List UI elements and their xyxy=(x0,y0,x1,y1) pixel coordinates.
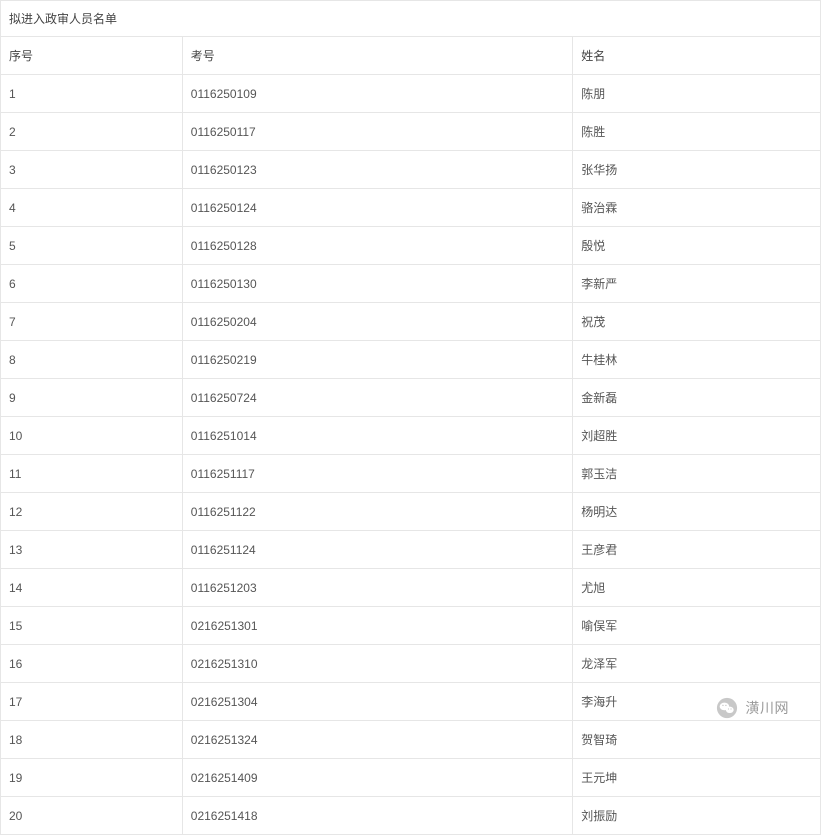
cell-examno: 0216251301 xyxy=(182,607,573,645)
table-title: 拟进入政审人员名单 xyxy=(1,1,821,37)
cell-seq: 11 xyxy=(1,455,183,493)
table-header-row: 序号 考号 姓名 xyxy=(1,37,821,75)
table-title-row: 拟进入政审人员名单 xyxy=(1,1,821,37)
table-row: 10116250109陈朋 xyxy=(1,75,821,113)
cell-examno: 0116250128 xyxy=(182,227,573,265)
table-row: 190216251409王元坤 xyxy=(1,759,821,797)
cell-examno: 0216251324 xyxy=(182,721,573,759)
cell-examno: 0116250219 xyxy=(182,341,573,379)
cell-name: 杨明达 xyxy=(573,493,821,531)
table-row: 40116250124骆治霖 xyxy=(1,189,821,227)
cell-name: 尤旭 xyxy=(573,569,821,607)
cell-seq: 14 xyxy=(1,569,183,607)
cell-name: 刘振励 xyxy=(573,797,821,835)
watermark: 潢川网 xyxy=(716,697,790,719)
cell-name: 陈朋 xyxy=(573,75,821,113)
cell-name: 张华扬 xyxy=(573,151,821,189)
table-row: 160216251310龙泽军 xyxy=(1,645,821,683)
cell-seq: 18 xyxy=(1,721,183,759)
table-row: 100116251014刘超胜 xyxy=(1,417,821,455)
table-row: 30116250123张华扬 xyxy=(1,151,821,189)
cell-name: 李新严 xyxy=(573,265,821,303)
table-row: 180216251324贺智琦 xyxy=(1,721,821,759)
cell-seq: 1 xyxy=(1,75,183,113)
table-row: 170216251304李海升 xyxy=(1,683,821,721)
cell-seq: 4 xyxy=(1,189,183,227)
wechat-icon xyxy=(716,697,738,719)
cell-examno: 0116250123 xyxy=(182,151,573,189)
cell-name: 金新磊 xyxy=(573,379,821,417)
cell-seq: 5 xyxy=(1,227,183,265)
table-row: 90116250724金新磊 xyxy=(1,379,821,417)
cell-name: 王元坤 xyxy=(573,759,821,797)
cell-examno: 0116250109 xyxy=(182,75,573,113)
table-row: 140116251203尤旭 xyxy=(1,569,821,607)
cell-seq: 12 xyxy=(1,493,183,531)
cell-name: 骆治霖 xyxy=(573,189,821,227)
table-container: 拟进入政审人员名单 序号 考号 姓名 10116250109陈朋20116250… xyxy=(0,0,821,835)
table-row: 110116251117郭玉洁 xyxy=(1,455,821,493)
cell-seq: 20 xyxy=(1,797,183,835)
cell-examno: 0116250124 xyxy=(182,189,573,227)
table-row: 130116251124王彦君 xyxy=(1,531,821,569)
cell-examno: 0116250724 xyxy=(182,379,573,417)
cell-name: 牛桂林 xyxy=(573,341,821,379)
header-examno: 考号 xyxy=(182,37,573,75)
cell-examno: 0216251310 xyxy=(182,645,573,683)
cell-seq: 19 xyxy=(1,759,183,797)
table-row: 20116250117陈胜 xyxy=(1,113,821,151)
cell-seq: 8 xyxy=(1,341,183,379)
cell-examno: 0216251418 xyxy=(182,797,573,835)
cell-examno: 0116251014 xyxy=(182,417,573,455)
cell-name: 刘超胜 xyxy=(573,417,821,455)
cell-name: 郭玉洁 xyxy=(573,455,821,493)
watermark-text: 潢川网 xyxy=(746,698,790,718)
table-row: 150216251301喻俣军 xyxy=(1,607,821,645)
table-row: 200216251418刘振励 xyxy=(1,797,821,835)
cell-name: 王彦君 xyxy=(573,531,821,569)
cell-seq: 17 xyxy=(1,683,183,721)
cell-examno: 0116250130 xyxy=(182,265,573,303)
cell-name: 喻俣军 xyxy=(573,607,821,645)
cell-seq: 6 xyxy=(1,265,183,303)
table-row: 70116250204祝茂 xyxy=(1,303,821,341)
cell-examno: 0116250117 xyxy=(182,113,573,151)
cell-name: 陈胜 xyxy=(573,113,821,151)
cell-examno: 0216251409 xyxy=(182,759,573,797)
cell-examno: 0116251117 xyxy=(182,455,573,493)
personnel-table: 拟进入政审人员名单 序号 考号 姓名 10116250109陈朋20116250… xyxy=(0,0,821,835)
cell-seq: 7 xyxy=(1,303,183,341)
cell-seq: 13 xyxy=(1,531,183,569)
cell-name: 祝茂 xyxy=(573,303,821,341)
cell-seq: 10 xyxy=(1,417,183,455)
table-row: 50116250128殷悦 xyxy=(1,227,821,265)
cell-seq: 15 xyxy=(1,607,183,645)
table-row: 120116251122杨明达 xyxy=(1,493,821,531)
cell-seq: 9 xyxy=(1,379,183,417)
cell-examno: 0116251122 xyxy=(182,493,573,531)
cell-name: 贺智琦 xyxy=(573,721,821,759)
header-seq: 序号 xyxy=(1,37,183,75)
cell-seq: 16 xyxy=(1,645,183,683)
cell-examno: 0116251124 xyxy=(182,531,573,569)
cell-seq: 2 xyxy=(1,113,183,151)
cell-examno: 0116251203 xyxy=(182,569,573,607)
cell-name: 龙泽军 xyxy=(573,645,821,683)
cell-name: 殷悦 xyxy=(573,227,821,265)
header-name: 姓名 xyxy=(573,37,821,75)
cell-examno: 0216251304 xyxy=(182,683,573,721)
cell-seq: 3 xyxy=(1,151,183,189)
table-row: 60116250130李新严 xyxy=(1,265,821,303)
cell-examno: 0116250204 xyxy=(182,303,573,341)
table-row: 80116250219牛桂林 xyxy=(1,341,821,379)
